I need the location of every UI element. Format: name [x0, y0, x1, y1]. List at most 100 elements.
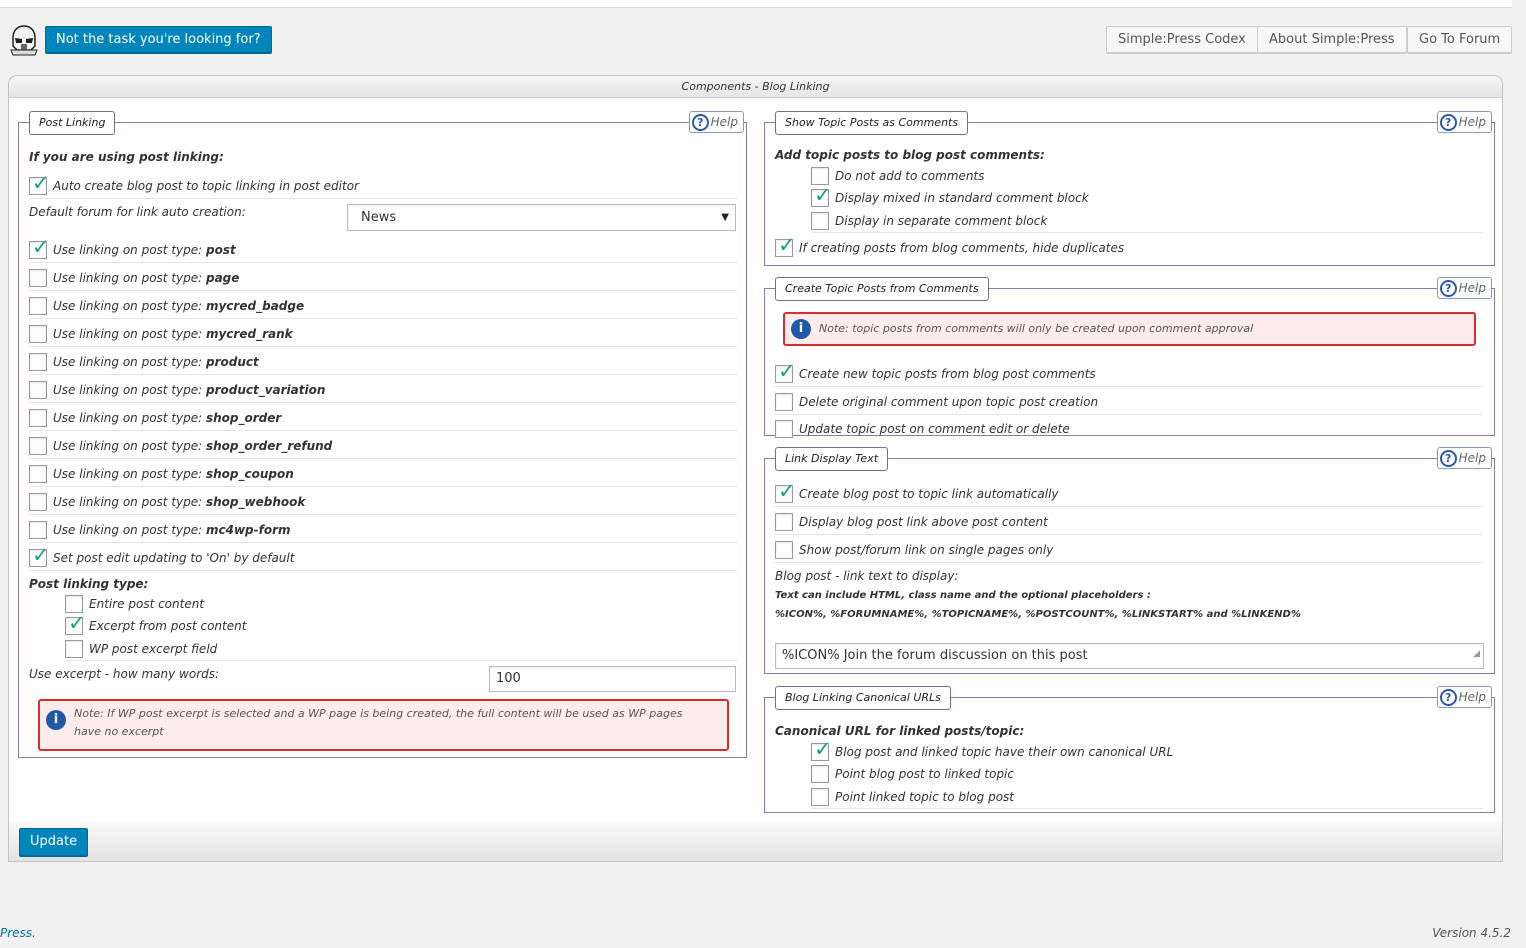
post-type-prefix: Use linking on post type: [53, 466, 206, 481]
canonical-to-post-option[interactable]: Point linked topic to blog post [811, 785, 1483, 809]
canonical-urls-help-button[interactable]: ? Help [1436, 686, 1492, 708]
post-linking-type-label: Post linking type: [29, 577, 149, 591]
post-linking-fieldset: Post Linking ? Help If you are using pos… [18, 111, 747, 758]
edit-updating-option[interactable]: ✓ Set post edit updating to 'On' by defa… [29, 544, 737, 571]
link-display-help-button[interactable]: ? Help [1436, 447, 1492, 469]
canonical-to-post-checkbox[interactable] [811, 787, 829, 806]
post-type-label: Use linking on post type: mycred_rank [53, 327, 293, 341]
linking-type-excerpt[interactable]: ✓ Excerpt from post content [65, 613, 246, 637]
checkmark-icon: ✓ [32, 542, 50, 567]
create-topic-posts-checkbox[interactable]: ✓ [775, 360, 796, 383]
post-type-name: mc4wp-form [205, 522, 291, 537]
excerpt-words-input[interactable]: 100 [489, 666, 736, 692]
post-type-checkbox[interactable] [29, 408, 47, 427]
canonical-own-checkbox[interactable]: ✓ [811, 739, 832, 761]
post-type-prefix: Use linking on post type: [53, 522, 206, 537]
simplepress-codex-button[interactable]: Simple:Press Codex [1106, 26, 1258, 53]
canonical-urls-fieldset: Blog Linking Canonical URLs ? Help Canon… [764, 686, 1495, 813]
linking-type-excerpt-checkbox[interactable]: ✓ [65, 613, 86, 635]
display-link-above-checkbox[interactable] [775, 512, 793, 531]
post-type-option[interactable]: Use linking on post type: shop_coupon [29, 461, 737, 487]
comment-approval-note-text: Note: topic posts from comments will onl… [819, 322, 1254, 335]
auto-create-option[interactable]: ✓ Auto create blog post to topic linking… [29, 172, 737, 199]
post-type-label: Use linking on post type: shop_order [53, 411, 281, 425]
canonical-own-option[interactable]: ✓ Blog post and linked topic have their … [811, 739, 1173, 763]
comment-approval-note: i Note: topic posts from comments will o… [783, 312, 1476, 346]
linking-type-wp-excerpt-checkbox[interactable] [65, 639, 83, 658]
post-type-option[interactable]: Use linking on post type: mycred_badge [29, 293, 737, 319]
post-type-checkbox[interactable] [29, 464, 47, 483]
create-topic-posts-help-button[interactable]: ? Help [1436, 277, 1492, 299]
blog-linking-panel: Components - Blog Linking Update Post Li… [8, 75, 1503, 862]
linking-type-wp-excerpt[interactable]: WP post excerpt field [65, 637, 737, 661]
post-type-option[interactable]: Use linking on post type: mc4wp-form [29, 517, 737, 543]
post-type-option[interactable]: Use linking on post type: shop_order_ref… [29, 433, 737, 459]
create-topic-posts-legend: Create Topic Posts from Comments [775, 277, 989, 301]
checkmark-icon: ✓ [68, 611, 86, 635]
post-linking-help-button[interactable]: ? Help [688, 111, 744, 133]
post-type-checkbox[interactable] [29, 520, 47, 539]
go-to-forum-button[interactable]: Go To Forum [1407, 26, 1513, 53]
create-link-checkbox[interactable]: ✓ [775, 480, 796, 503]
post-type-checkbox[interactable] [29, 324, 47, 343]
post-type-checkbox[interactable] [29, 380, 47, 399]
post-type-option[interactable]: Use linking on post type: shop_webhook [29, 489, 737, 515]
about-simplepress-button[interactable]: About Simple:Press [1257, 26, 1407, 53]
post-type-checkbox[interactable]: ✓ [29, 236, 50, 259]
canonical-to-topic-option[interactable]: Point blog post to linked topic [811, 763, 1014, 785]
hide-duplicates-checkbox[interactable]: ✓ [775, 235, 796, 257]
post-type-checkbox[interactable] [29, 436, 47, 455]
delete-original-checkbox[interactable] [775, 392, 793, 411]
footer-press-link[interactable]: Press. [0, 926, 36, 940]
show-topic-posts-legend: Show Topic Posts as Comments [775, 111, 969, 135]
display-link-above-option[interactable]: Display blog post link above post conten… [775, 509, 1483, 535]
update-button[interactable]: Update [19, 828, 89, 856]
chevron-down-icon: ▼ [721, 212, 729, 223]
single-pages-option[interactable]: Show post/forum link on single pages onl… [775, 537, 1483, 563]
post-type-option[interactable]: ✓ Use linking on post type: post [29, 236, 737, 263]
show-topic-posts-intro: Add topic posts to blog post comments: [775, 148, 1045, 162]
update-topic-post-checkbox[interactable] [775, 420, 793, 438]
create-topic-posts-option[interactable]: ✓ Create new topic posts from blog post … [775, 360, 1483, 387]
post-type-label: Use linking on post type: mc4wp-form [53, 523, 291, 537]
comments-mixed-label: Display mixed in standard comment block [835, 191, 1089, 205]
hide-duplicates-option[interactable]: ✓ If creating posts from blog comments, … [775, 235, 1124, 261]
post-linking-intro: If you are using post linking: [29, 150, 224, 164]
update-topic-post-option[interactable]: Update topic post on comment edit or del… [775, 417, 1070, 441]
linking-type-entire[interactable]: Entire post content [65, 593, 204, 615]
default-forum-select[interactable]: News ▼ [347, 204, 736, 231]
comments-mixed-checkbox[interactable]: ✓ [811, 185, 832, 207]
show-topic-posts-help-button[interactable]: ? Help [1436, 111, 1492, 133]
canonical-to-topic-checkbox[interactable] [811, 765, 829, 783]
not-the-task-button[interactable]: Not the task you're looking for? [45, 26, 272, 53]
post-type-checkbox[interactable] [29, 296, 47, 315]
post-type-checkbox[interactable] [29, 268, 47, 287]
resize-handle-icon[interactable]: ◢ [1473, 642, 1480, 666]
edit-updating-checkbox[interactable]: ✓ [29, 544, 50, 567]
comments-option-mixed[interactable]: ✓ Display mixed in standard comment bloc… [811, 185, 1089, 209]
post-type-prefix: Use linking on post type: [53, 354, 206, 369]
help-label: Help [1458, 690, 1486, 704]
comments-option-none[interactable]: Do not add to comments [811, 165, 984, 187]
auto-create-checkbox[interactable]: ✓ [29, 172, 50, 195]
checkmark-icon: ✓ [814, 737, 832, 761]
post-type-name: product [205, 354, 259, 369]
hide-duplicates-label: If creating posts from blog comments, hi… [799, 241, 1125, 255]
create-link-label: Create blog post to topic link automatic… [799, 486, 1059, 501]
post-type-checkbox[interactable] [29, 352, 47, 371]
create-link-option[interactable]: ✓ Create blog post to topic link automat… [775, 480, 1483, 507]
post-type-checkbox[interactable] [29, 492, 47, 511]
delete-original-option[interactable]: Delete original comment upon topic post … [775, 389, 1483, 415]
comments-separate-checkbox[interactable] [811, 211, 829, 230]
post-type-option[interactable]: Use linking on post type: product [29, 349, 737, 375]
link-text-hint: Text can include HTML, class name and th… [775, 590, 1151, 601]
post-type-option[interactable]: Use linking on post type: mycred_rank [29, 321, 737, 347]
post-type-option[interactable]: Use linking on post type: page [29, 265, 737, 291]
comments-option-separate[interactable]: Display in separate comment block [811, 209, 1483, 233]
create-topic-posts-fieldset: Create Topic Posts from Comments ? Help … [764, 277, 1495, 438]
post-type-option[interactable]: Use linking on post type: shop_order [29, 405, 737, 431]
link-text-textarea[interactable]: %ICON% Join the forum discussion on this… [775, 643, 1484, 669]
help-label: Help [1458, 451, 1486, 465]
post-type-option[interactable]: Use linking on post type: product_variat… [29, 377, 737, 403]
single-pages-checkbox[interactable] [775, 540, 793, 559]
